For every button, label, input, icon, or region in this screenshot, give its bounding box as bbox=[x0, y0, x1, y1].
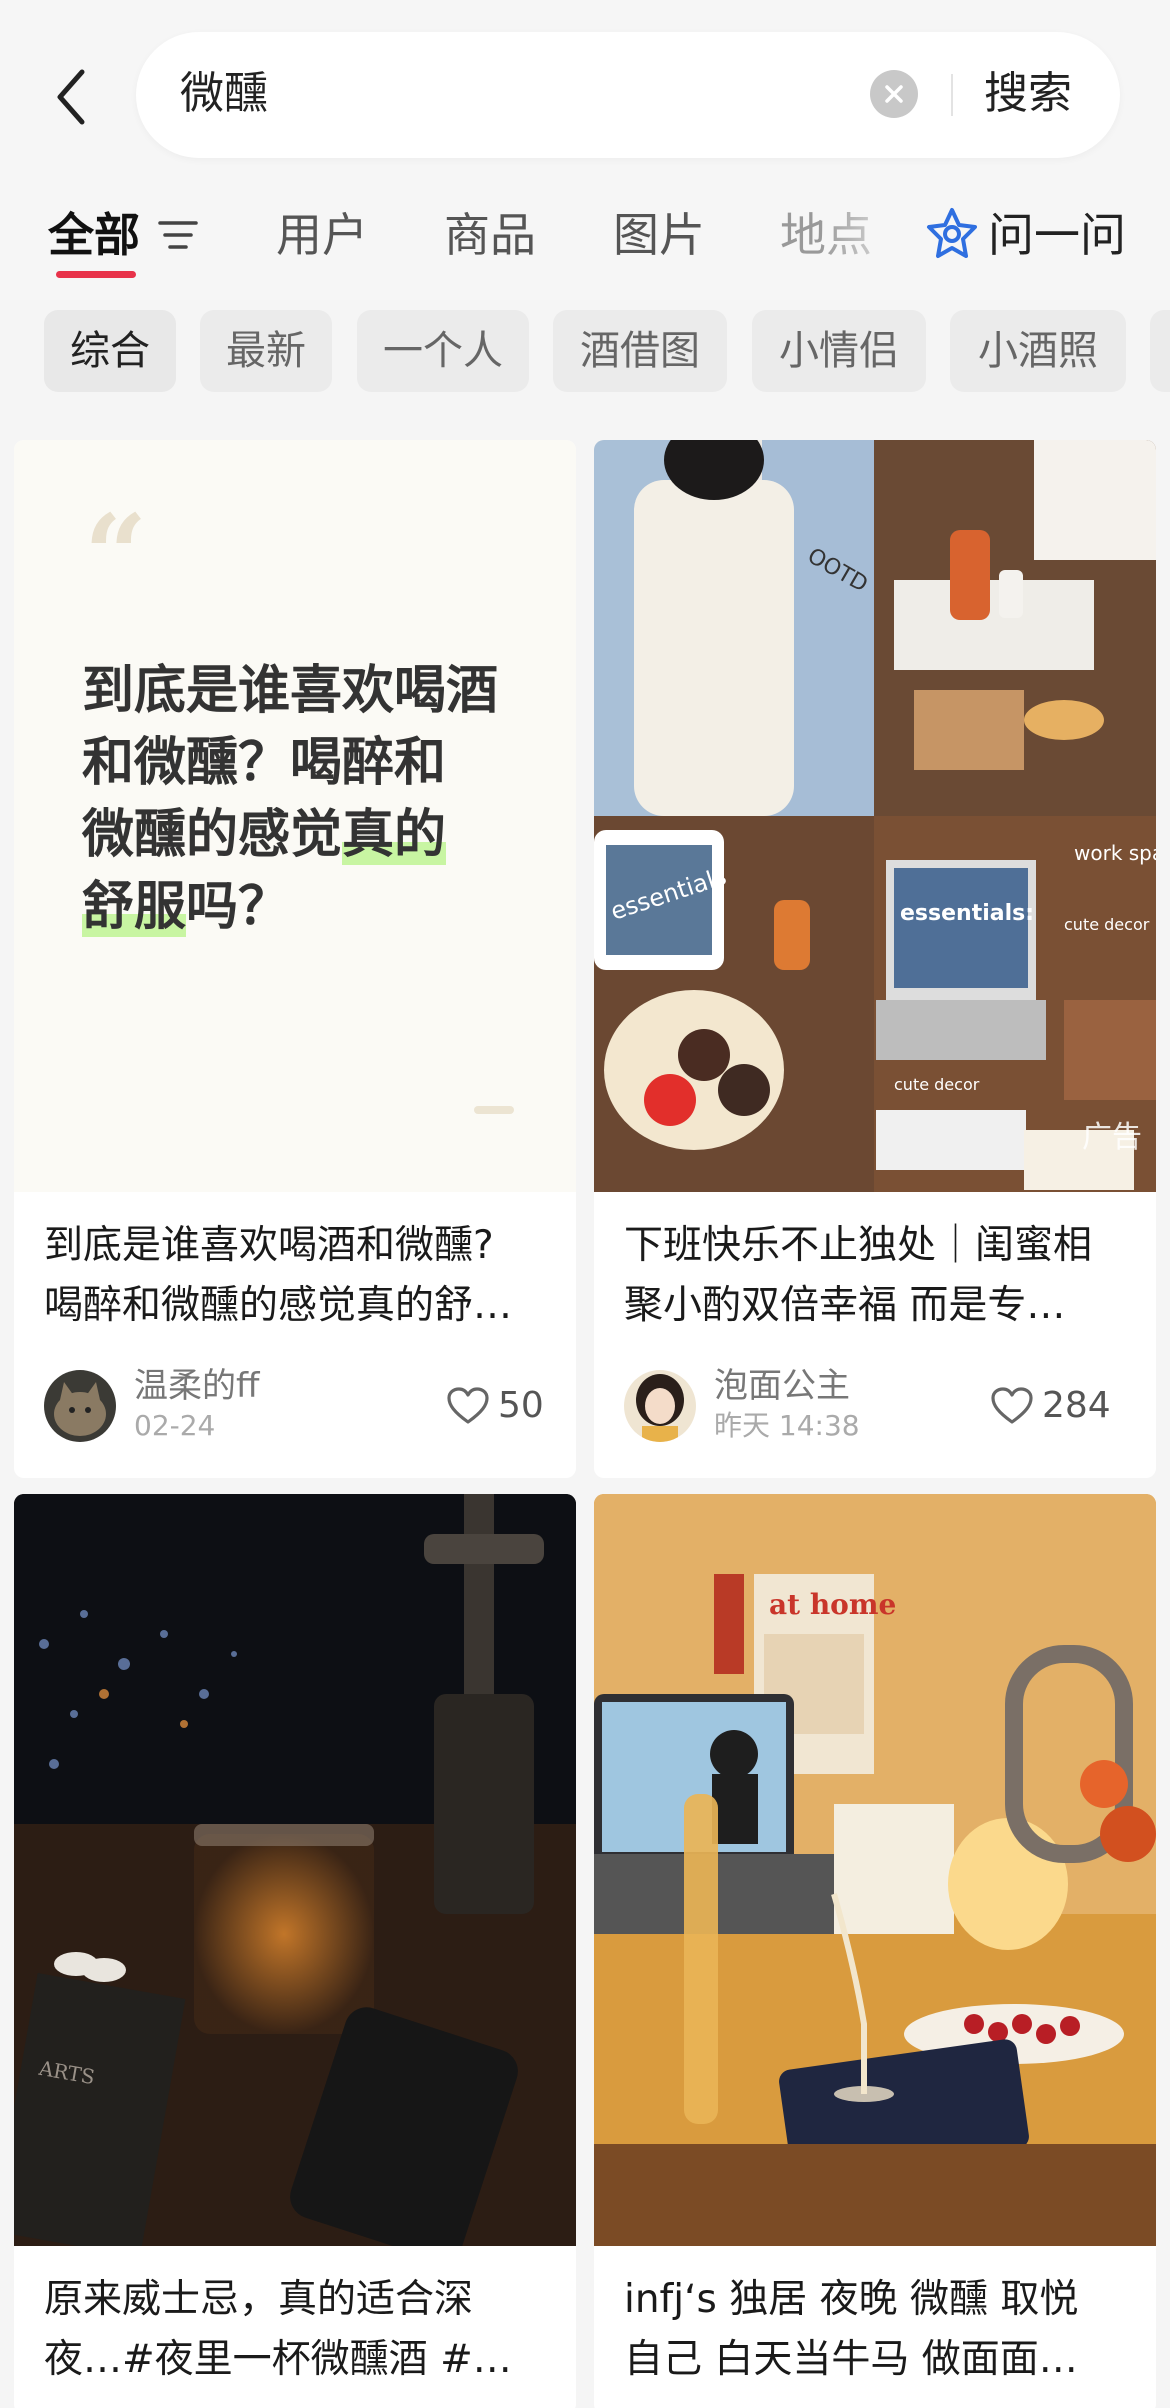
girl-avatar-image bbox=[624, 1370, 696, 1442]
chip-comprehensive[interactable]: 综合 bbox=[44, 310, 176, 392]
tab-images[interactable]: 图片 bbox=[613, 205, 705, 265]
search-submit-button[interactable]: 搜索 bbox=[984, 62, 1072, 126]
author-name[interactable]: 温柔的ff bbox=[134, 1364, 259, 1408]
tab-all[interactable]: 全部 bbox=[48, 205, 140, 265]
note-cover-image: OOTD essentials essentials: work sp cute… bbox=[594, 440, 1156, 1192]
tab-users[interactable]: 用户 bbox=[276, 205, 368, 265]
close-icon bbox=[885, 85, 903, 103]
header: 微醺 搜索 全部 用户 商品 图片 地点 bbox=[0, 0, 1170, 392]
svg-text:essentials:: essentials: bbox=[900, 901, 1034, 926]
ask-ai-icon[interactable] bbox=[926, 207, 978, 263]
chip-wine-photo[interactable]: 小酒照 bbox=[950, 310, 1126, 392]
note-card[interactable]: OOTD essentials essentials: work sp cute… bbox=[594, 440, 1156, 1478]
clear-search-button[interactable] bbox=[870, 70, 918, 118]
note-cover-quote: “ 到底是谁喜欢喝酒 和微醺？喝醉和 微醺的感觉真的 舒服吗？ bbox=[14, 440, 576, 1192]
note-cover-image: ARTS bbox=[14, 1494, 576, 2246]
cat-avatar-image bbox=[44, 1370, 116, 1442]
like-count: 50 bbox=[498, 1385, 544, 1426]
ad-tag: 广告 bbox=[1082, 1120, 1142, 1155]
post-time: 02-24 bbox=[134, 1409, 216, 1442]
quote-line: 和微醺？喝醉和 bbox=[82, 733, 447, 793]
result-tabs: 全部 用户 商品 图片 地点 问一问 bbox=[0, 195, 1170, 285]
note-title[interactable]: 到底是谁喜欢喝酒和微醺? 喝醉和微醺的感觉真的舒… bbox=[44, 1216, 546, 1336]
search-results-page: 微醺 搜索 全部 用户 商品 图片 地点 bbox=[0, 0, 1170, 2408]
avatar[interactable] bbox=[44, 1370, 116, 1442]
quote-mark-icon: “ bbox=[84, 490, 148, 619]
note-card[interactable]: at home infj‘s 独居 夜晚 微醺 取悦 自己 白天当牛马 做面面… bbox=[594, 1494, 1156, 2408]
like-count: 284 bbox=[1042, 1385, 1111, 1426]
avatar[interactable] bbox=[624, 1370, 696, 1442]
chip-borrowed-photo[interactable]: 酒借图 bbox=[553, 310, 727, 392]
chevron-left-icon bbox=[57, 69, 85, 125]
filter-icon[interactable] bbox=[158, 217, 198, 253]
whiskey-photo: ARTS bbox=[14, 1494, 576, 2246]
note-title[interactable]: 原来威士忌，真的适合深 夜…#夜里一杯微醺酒 #… bbox=[44, 2270, 546, 2390]
heart-icon[interactable] bbox=[990, 1386, 1034, 1426]
note-cover-image: at home bbox=[594, 1494, 1156, 2246]
tab-ask[interactable]: 问一问 bbox=[988, 205, 1126, 265]
desk-photo: at home bbox=[594, 1494, 1156, 2246]
svg-text:cute decor: cute decor bbox=[1064, 915, 1150, 934]
tabs-fade bbox=[820, 195, 920, 285]
search-divider bbox=[951, 74, 953, 116]
post-time: 昨天 14:38 bbox=[714, 1409, 860, 1442]
filter-chips: 综合 最新 一个人 酒借图 小情侣 小酒照 bbox=[0, 308, 1170, 394]
note-card[interactable]: ARTS 原来威士忌，真的适合深 夜…#夜里一杯微醺酒 #… bbox=[14, 1494, 576, 2408]
chip-more[interactable] bbox=[1150, 310, 1170, 392]
svg-text:work space: work space bbox=[1074, 841, 1156, 865]
collage-image: OOTD essentials essentials: work sp cute… bbox=[594, 440, 1156, 1192]
note-title[interactable]: infj‘s 独居 夜晚 微醺 取悦 自己 白天当牛马 做面面… bbox=[624, 2270, 1126, 2390]
note-card[interactable]: “ 到底是谁喜欢喝酒 和微醺？喝醉和 微醺的感觉真的 舒服吗？ 到底是谁喜欢喝酒… bbox=[14, 440, 576, 1478]
heart-icon[interactable] bbox=[446, 1386, 490, 1426]
search-box[interactable]: 微醺 搜索 bbox=[136, 32, 1120, 158]
note-title[interactable]: 下班快乐不止独处｜闺蜜相 聚小酌双倍幸福 而是专… bbox=[624, 1216, 1126, 1336]
author-name[interactable]: 泡面公主 bbox=[714, 1364, 850, 1408]
quote-line: 微醺的感觉真的 bbox=[82, 805, 447, 865]
quote-text: 到底是谁喜欢喝酒 和微醺？喝醉和 微醺的感觉真的 舒服吗？ bbox=[82, 655, 552, 943]
quote-line: 到底是谁喜欢喝酒 bbox=[82, 661, 499, 721]
search-input[interactable]: 微醺 bbox=[180, 64, 268, 124]
svg-text:at home: at home bbox=[769, 1588, 896, 1621]
quote-decoration bbox=[474, 1106, 514, 1114]
active-tab-indicator bbox=[56, 271, 136, 278]
quote-line: 舒服吗？ bbox=[82, 877, 291, 937]
chip-latest[interactable]: 最新 bbox=[200, 310, 332, 392]
chip-alone[interactable]: 一个人 bbox=[357, 310, 529, 392]
svg-text:cute decor: cute decor bbox=[894, 1075, 980, 1094]
tab-products[interactable]: 商品 bbox=[444, 205, 536, 265]
chip-couple[interactable]: 小情侣 bbox=[752, 310, 926, 392]
back-button[interactable] bbox=[46, 62, 96, 132]
